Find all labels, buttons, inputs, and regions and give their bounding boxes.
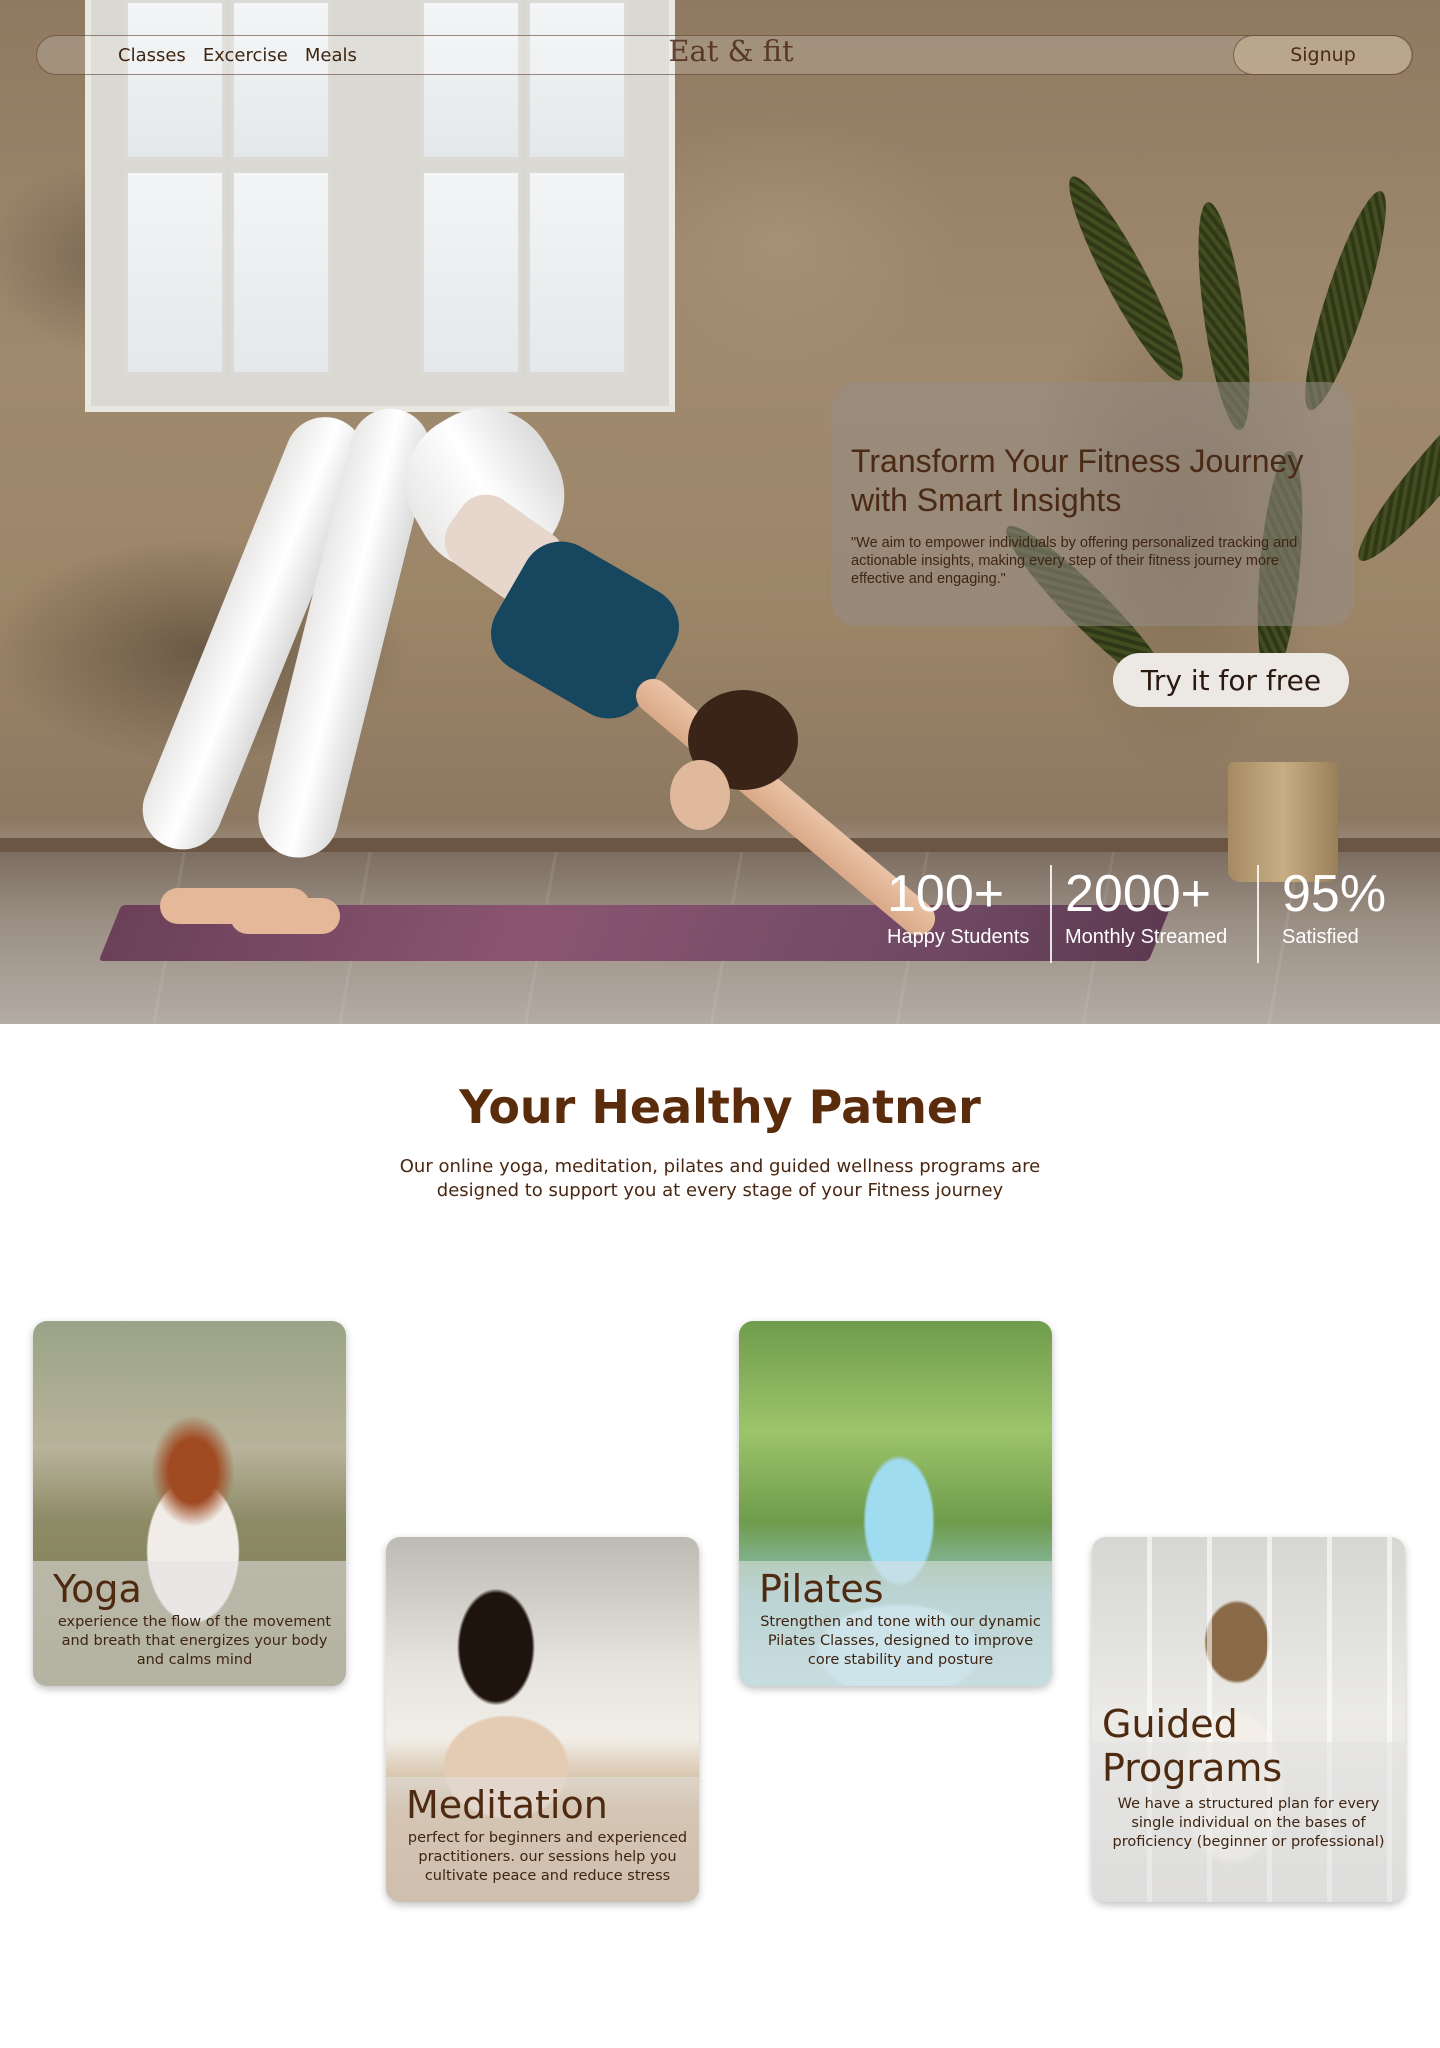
hero-title: Transform Your Fitness Journey with Smar… bbox=[851, 443, 1304, 518]
stat-divider bbox=[1257, 865, 1259, 963]
try-free-button[interactable]: Try it for free bbox=[1113, 653, 1349, 707]
card-title: Guided Programs bbox=[1102, 1702, 1283, 1790]
brand-logo[interactable]: Eat & fit bbox=[0, 34, 1440, 68]
stat-divider bbox=[1050, 865, 1052, 963]
stat-happy-students: 100+ Happy Students bbox=[887, 868, 1029, 949]
stat-label: Happy Students bbox=[887, 926, 1030, 948]
card-description: Strengthen and tone with our dynamic Pil… bbox=[760, 1614, 1041, 1668]
card-guided-programs[interactable]: Guided Programs We have a structured pla… bbox=[1092, 1537, 1405, 1902]
stat-value: 95% bbox=[1282, 865, 1387, 923]
signup-button[interactable]: Signup bbox=[1233, 35, 1413, 75]
hero-section: Classes Excercise Meals Eat & fit Signup… bbox=[0, 0, 1440, 1024]
card-pilates[interactable]: Pilates Strengthen and tone with our dyn… bbox=[739, 1321, 1052, 1686]
section-title: Your Healthy Patner bbox=[459, 1080, 981, 1134]
card-title: Meditation bbox=[406, 1783, 608, 1827]
stat-label: Satisfied bbox=[1282, 926, 1359, 948]
hero-quote: "We aim to empower individuals by offeri… bbox=[851, 535, 1298, 587]
card-description: We have a structured plan for every sing… bbox=[1112, 1796, 1385, 1850]
stat-value: 100+ bbox=[887, 865, 1005, 923]
card-meditation[interactable]: Meditation perfect for beginners and exp… bbox=[386, 1537, 699, 1902]
card-description: experience the flow of the movement and … bbox=[57, 1614, 332, 1668]
plant-pot bbox=[1228, 762, 1338, 882]
hero-card: Transform Your Fitness Journey with Smar… bbox=[831, 382, 1354, 626]
stat-value: 2000+ bbox=[1065, 865, 1212, 923]
stat-label: Monthly Streamed bbox=[1065, 926, 1228, 948]
card-description: perfect for beginners and experienced pr… bbox=[407, 1830, 688, 1884]
stat-satisfied: 95% Satisfied bbox=[1282, 868, 1386, 949]
card-yoga[interactable]: Yoga experience the flow of the movement… bbox=[33, 1321, 346, 1686]
card-title: Yoga bbox=[53, 1567, 142, 1611]
stat-monthly-streamed: 2000+ Monthly Streamed bbox=[1065, 868, 1227, 949]
section-subtitle: Our online yoga, meditation, pilates and… bbox=[399, 1156, 1041, 1201]
card-title: Pilates bbox=[759, 1567, 884, 1611]
